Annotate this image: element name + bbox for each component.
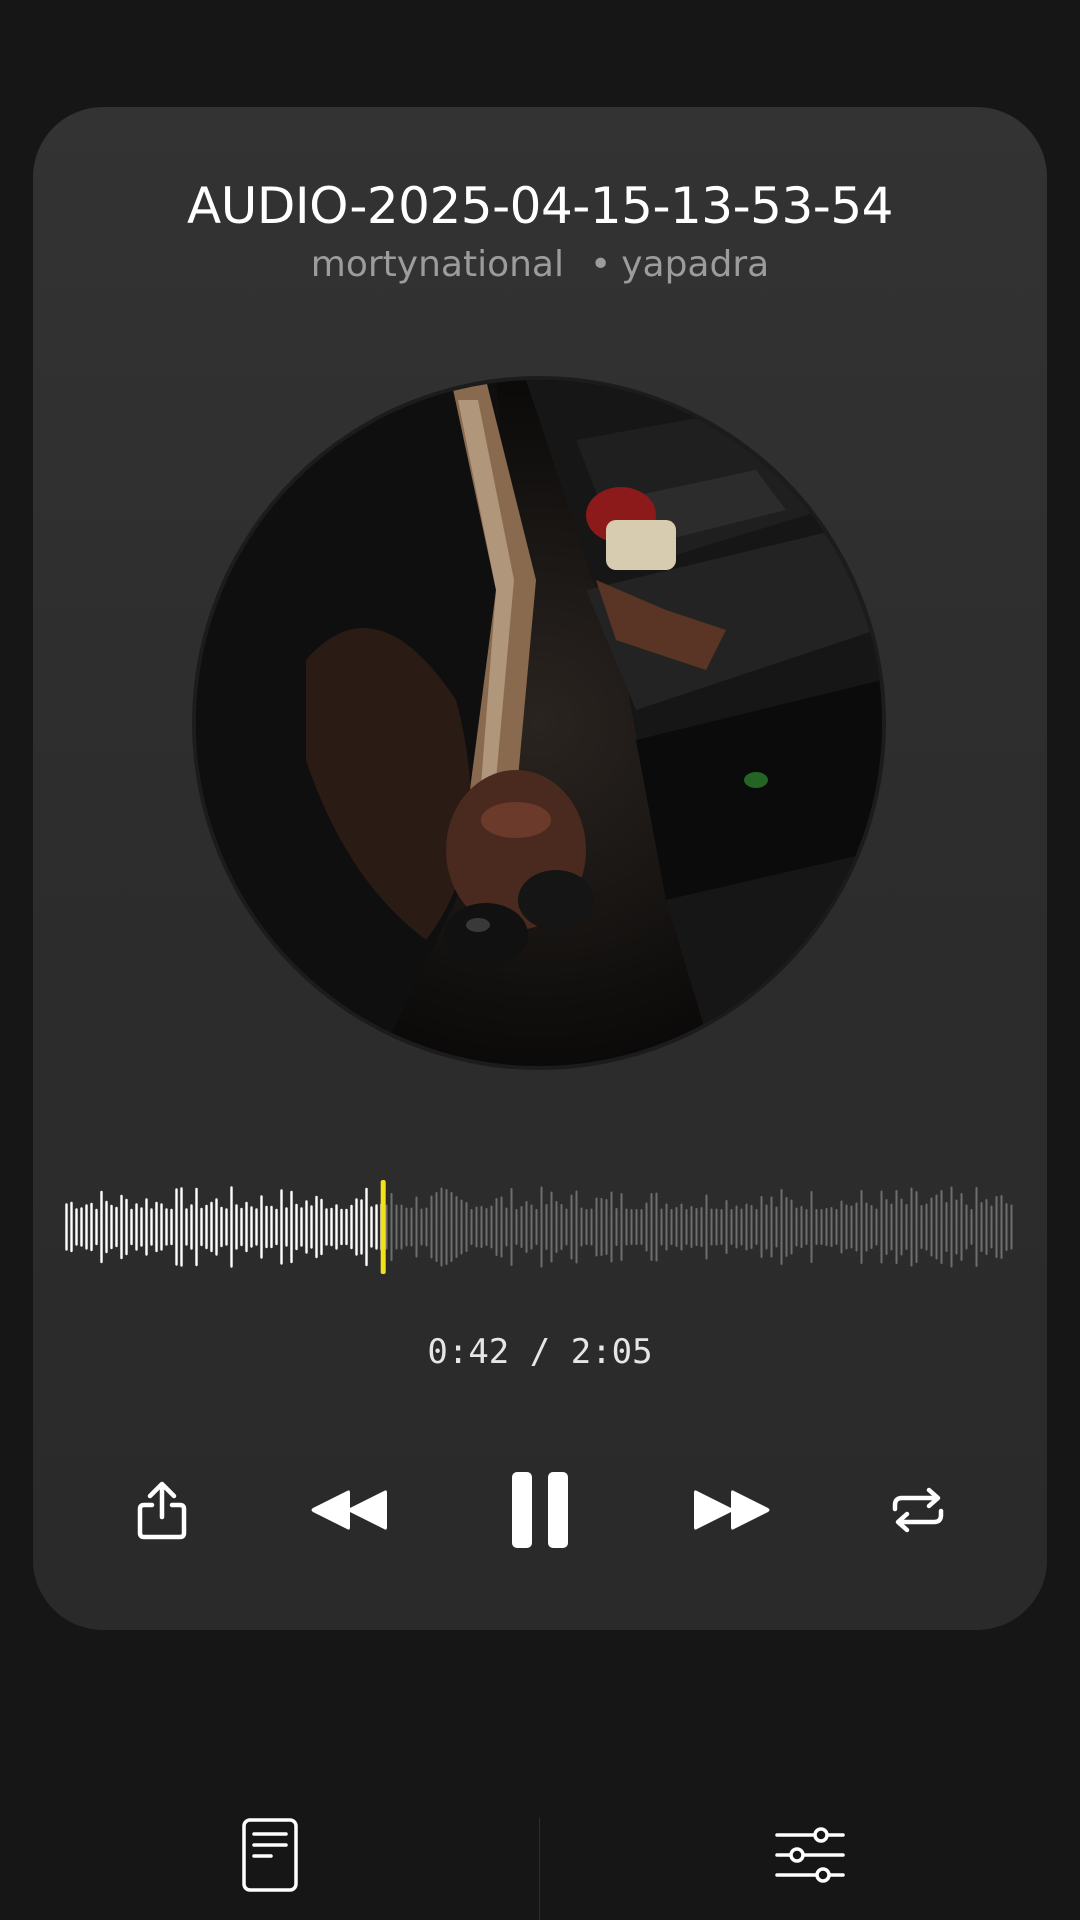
track-title: AUDIO-2025-04-15-13-53-54 xyxy=(187,177,893,235)
lyrics-document-icon xyxy=(242,1818,298,1892)
time-divider: / xyxy=(529,1332,551,1372)
waveform-scrubber[interactable] xyxy=(64,1180,1014,1274)
waveform-bars xyxy=(65,1180,1013,1274)
equalizer-button[interactable] xyxy=(750,1800,870,1910)
artist-name[interactable]: mortynational xyxy=(311,244,564,285)
rewind-icon xyxy=(311,1490,387,1530)
track-subtitle: mortynational • yapadra xyxy=(0,244,1080,285)
repeat-button[interactable] xyxy=(868,1460,968,1560)
pause-icon xyxy=(512,1472,568,1548)
album-name[interactable]: yapadra xyxy=(621,244,769,285)
fast-forward-button[interactable] xyxy=(682,1460,782,1560)
bottom-bar xyxy=(0,1800,1080,1920)
pause-button[interactable] xyxy=(490,1460,590,1560)
subtitle-separator: • xyxy=(589,244,612,285)
fast-forward-icon xyxy=(694,1490,770,1530)
lyrics-button[interactable] xyxy=(210,1800,330,1910)
rewind-button[interactable] xyxy=(299,1460,399,1560)
artwork-image xyxy=(196,380,882,1066)
share-icon xyxy=(137,1481,187,1540)
total-time: 2:05 xyxy=(570,1332,653,1372)
album-artwork xyxy=(196,380,882,1066)
bottom-divider xyxy=(539,1818,540,1920)
playback-controls xyxy=(0,1460,1080,1560)
repeat-icon xyxy=(892,1487,944,1533)
equalizer-sliders-icon xyxy=(775,1827,845,1883)
share-button[interactable] xyxy=(112,1460,212,1560)
current-time: 0:42 xyxy=(427,1332,510,1372)
playhead[interactable] xyxy=(380,1180,386,1274)
time-readout: 0:42 / 2:05 xyxy=(0,1332,1080,1372)
